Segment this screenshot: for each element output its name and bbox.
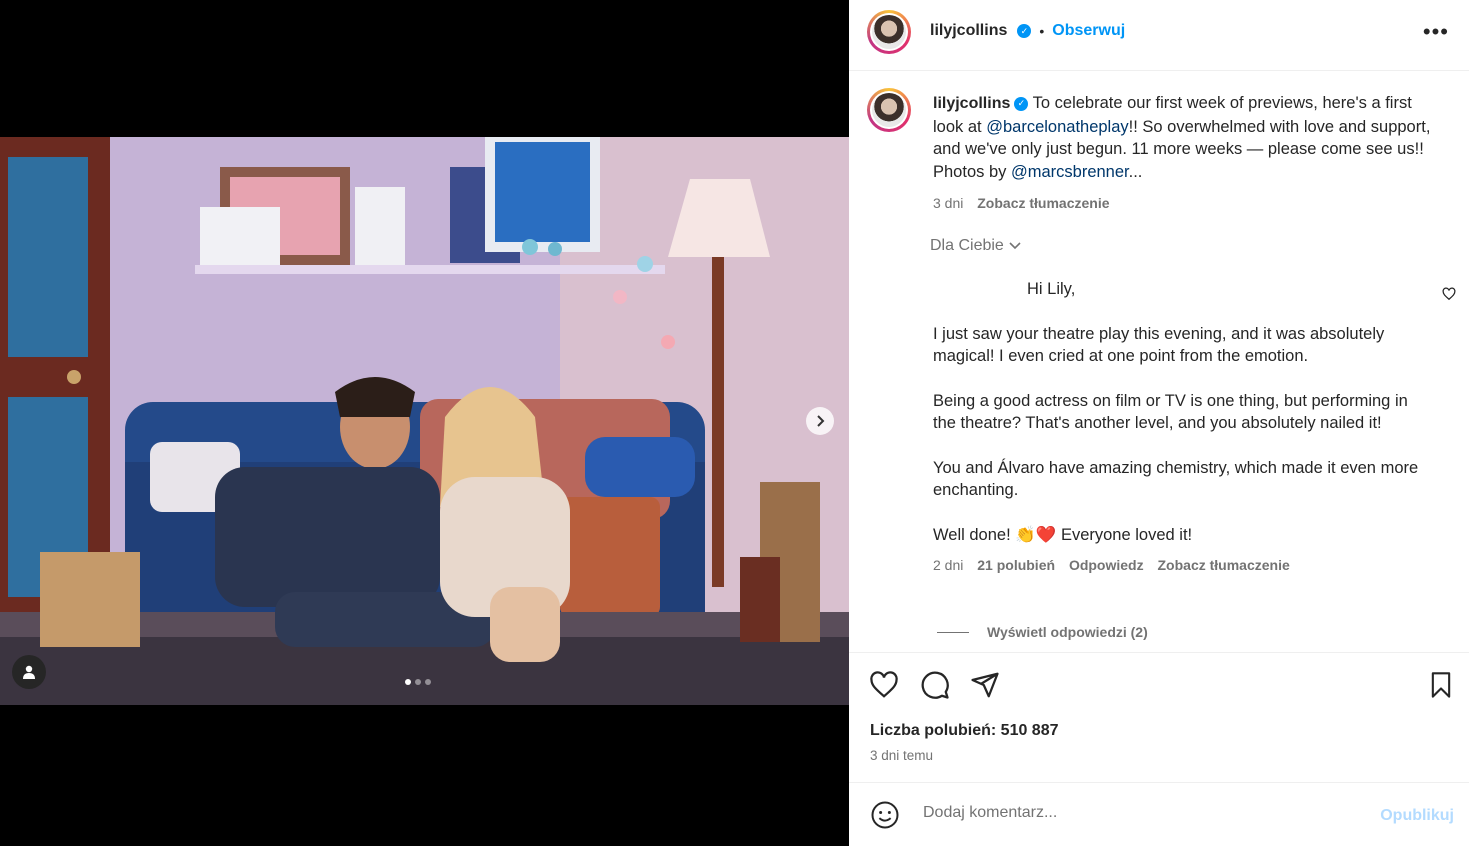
post-actions (849, 652, 1469, 718)
add-comment-bar: Opublikuj (849, 782, 1469, 847)
chevron-right-icon (817, 415, 825, 427)
post-header: lilyjcollins ✓ • Obserwuj ••• (849, 0, 1469, 71)
mention-link[interactable]: @marcsbrenner (1011, 163, 1129, 181)
comment-paragraph: You and Álvaro have amazing chemistry, w… (933, 458, 1419, 500)
bookmark-icon (1431, 672, 1451, 698)
carousel-dots (405, 679, 431, 685)
save-button[interactable] (1427, 670, 1455, 705)
comment-paragraph: Well done! 👏❤️ Everyone loved it! (933, 524, 1433, 547)
next-slide-button[interactable] (806, 407, 834, 435)
verified-badge-icon: ✓ (1017, 24, 1032, 38)
view-replies-label: Wyświetl odpowiedzi (2) (987, 624, 1148, 640)
comment-body: Hi Lily, I just saw your theatre play th… (933, 278, 1433, 577)
carousel-dot (415, 679, 421, 685)
header-username[interactable]: lilyjcollins (930, 22, 1007, 40)
clap-heart-emoji: 👏❤️ (1015, 525, 1057, 544)
more-options-icon: ••• (1422, 19, 1449, 44)
comment-button[interactable] (920, 670, 950, 705)
comment-text: Everyone loved it! (1060, 525, 1193, 544)
caption-ellipsis: ... (1128, 162, 1143, 181)
follow-button[interactable]: Obserwuj (1052, 22, 1125, 40)
comments-filter-label: Dla Ciebie (930, 237, 1004, 254)
share-button[interactable] (970, 670, 1000, 705)
theatre-stage-image (0, 137, 849, 705)
heart-icon (1442, 287, 1456, 301)
emoji-button[interactable] (870, 800, 900, 835)
publish-button[interactable]: Opublikuj (1380, 807, 1454, 825)
post-time[interactable]: 3 dni temu (870, 748, 933, 763)
comment-likes[interactable]: 21 polubień (977, 557, 1055, 573)
carousel-dot (425, 679, 431, 685)
comment-icon (921, 671, 949, 699)
tagged-users-button[interactable] (12, 655, 46, 689)
see-translation-button[interactable]: Zobacz tłumaczenie (1158, 557, 1290, 573)
more-options-button[interactable]: ••• (1422, 19, 1449, 44)
send-icon (971, 672, 999, 698)
comment-paragraph: Being a good actress on film or TV is on… (933, 391, 1408, 433)
reply-button[interactable]: Odpowiedz (1069, 557, 1144, 573)
view-replies[interactable]: Wyświetl odpowiedzi (2) (937, 624, 1148, 640)
likes-count[interactable]: Liczba polubień: 510 887 (870, 722, 1059, 740)
verified-badge-icon: ✓ (1014, 96, 1029, 111)
separator-dot: • (1039, 23, 1045, 39)
caption-age[interactable]: 3 dni (933, 195, 963, 211)
caption-avatar[interactable] (867, 88, 911, 132)
post-caption: lilyjcollins ✓ To celebrate our first wee… (933, 92, 1443, 215)
comment-age[interactable]: 2 dni (933, 557, 963, 573)
post-media (0, 0, 849, 846)
comment-paragraph: I just saw your theatre play this evenin… (933, 324, 1385, 366)
comment-input[interactable] (921, 803, 1345, 823)
replies-line (937, 631, 969, 633)
heart-icon (870, 671, 898, 698)
post-photo[interactable] (0, 137, 849, 705)
emoji-icon (871, 801, 899, 829)
caption-username[interactable]: lilyjcollins (933, 95, 1010, 112)
chevron-down-icon (1009, 242, 1021, 250)
comment-greeting: Hi Lily, (1027, 280, 1076, 298)
comments-filter[interactable]: Dla Ciebie (930, 237, 1022, 255)
user-icon (23, 665, 35, 679)
like-button[interactable] (869, 670, 899, 705)
see-translation-button[interactable]: Zobacz tłumaczenie (977, 195, 1109, 211)
carousel-dot (405, 679, 411, 685)
mention-link[interactable]: @barcelonatheplay (986, 118, 1128, 136)
comment-text: Well done! (933, 525, 1011, 544)
like-comment-button[interactable] (1442, 287, 1456, 306)
post-details-panel: lilyjcollins ✓ • Obserwuj ••• lilyjcolli… (849, 0, 1469, 846)
avatar[interactable] (867, 10, 911, 54)
